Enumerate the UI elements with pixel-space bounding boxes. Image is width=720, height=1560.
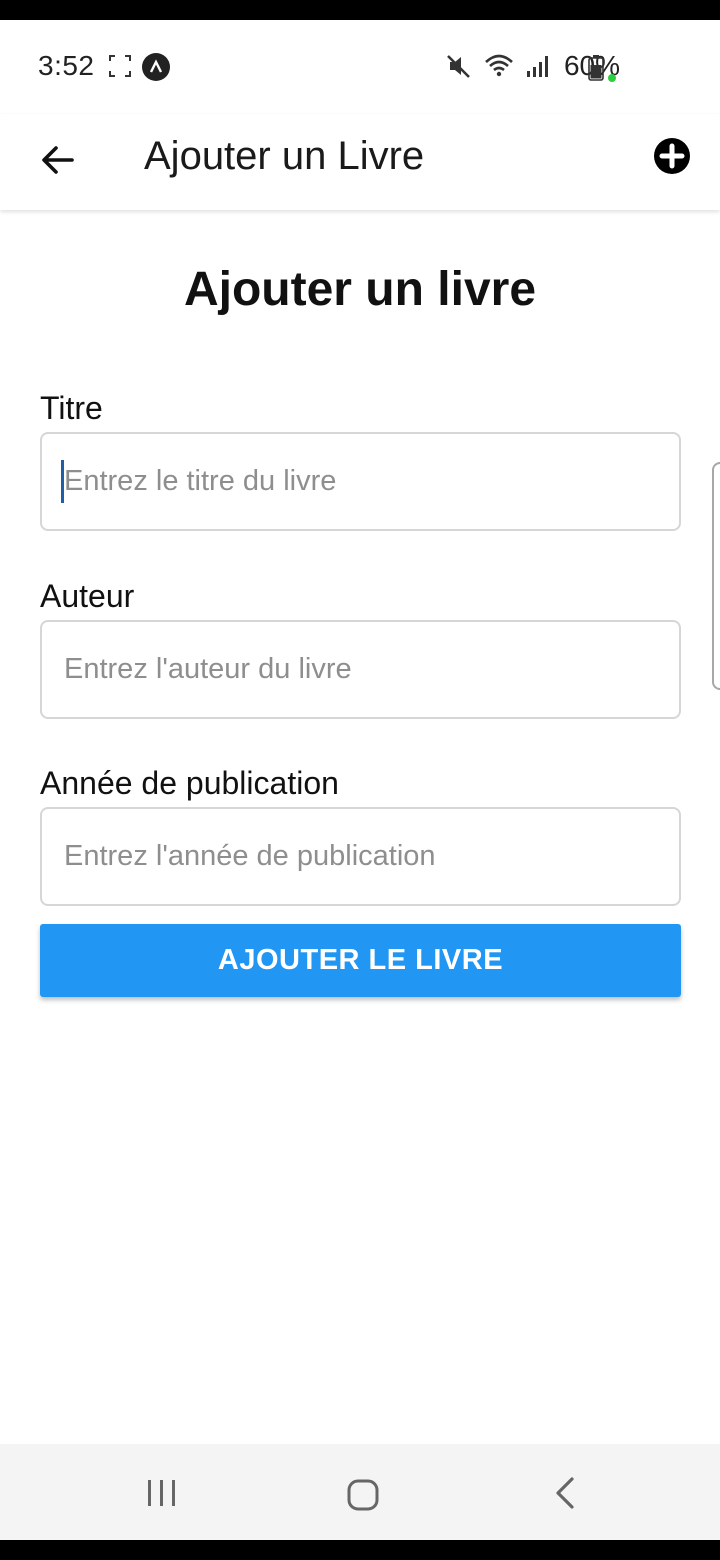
edge-panel-handle[interactable] [712,462,720,690]
bottom-edge [0,1540,720,1560]
status-time: 3:52 [38,50,95,81]
plus-circle-icon[interactable] [652,136,692,176]
year-input[interactable] [40,807,681,906]
title-label: Titre [40,390,103,426]
recents-icon[interactable] [145,1478,179,1508]
back-icon[interactable] [552,1476,578,1510]
privacy-dot [608,74,616,82]
wifi-icon [485,54,513,77]
home-icon[interactable] [346,1478,380,1512]
year-label: Année de publication [40,765,339,801]
screenshot-icon [109,55,131,77]
header-title: Ajouter un Livre [144,134,425,178]
arrow-left-icon [42,146,74,174]
app-header: Ajouter un Livre [0,114,720,210]
battery-icon [588,55,604,81]
app-icon [142,53,170,81]
screen: 3:52 60% [0,0,720,1560]
mute-icon [447,55,470,78]
page-title: Ajouter un livre [183,263,537,316]
signal-icon [526,56,548,77]
title-input[interactable] [40,432,681,531]
add-book-button[interactable]: AJOUTER LE LIVRE [40,924,681,997]
status-bar: 3:52 60% [0,20,720,114]
author-label: Auteur [40,578,135,614]
top-edge [0,0,720,20]
navigation-bar [0,1444,720,1540]
text-cursor [61,460,64,503]
author-input[interactable] [40,620,681,719]
back-button[interactable] [34,136,82,184]
